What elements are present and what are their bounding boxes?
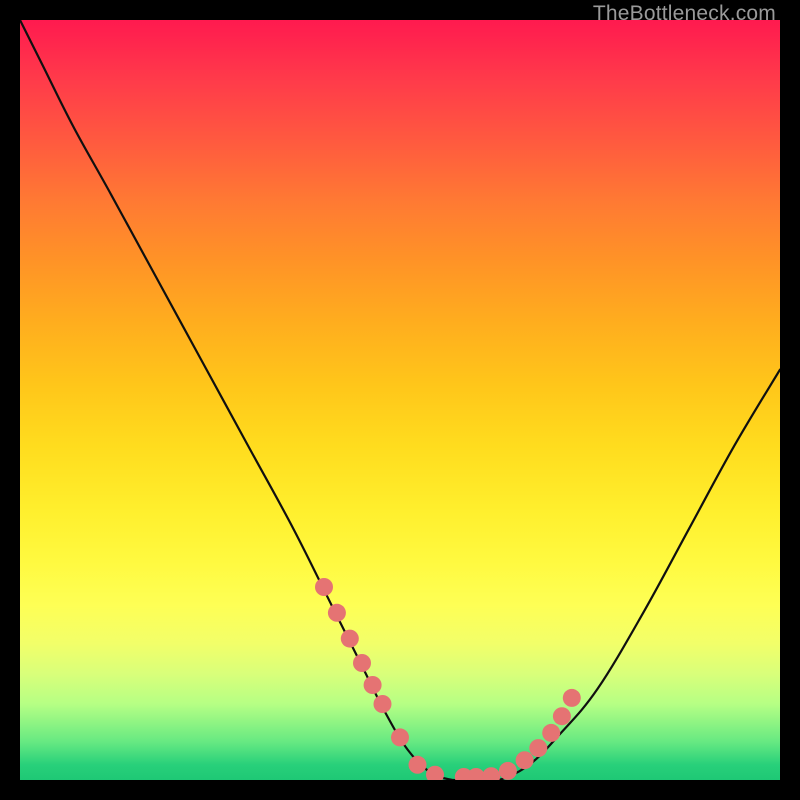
- chart-frame: TheBottleneck.com: [0, 0, 800, 800]
- threshold-dot: [364, 676, 382, 694]
- threshold-dot: [516, 751, 534, 769]
- threshold-dot: [499, 762, 517, 780]
- threshold-dot: [409, 756, 427, 774]
- threshold-dot: [426, 766, 444, 780]
- threshold-dot: [563, 689, 581, 707]
- threshold-dots: [315, 578, 581, 780]
- threshold-dot: [374, 695, 392, 713]
- threshold-dot: [529, 739, 547, 757]
- threshold-dot: [391, 728, 409, 746]
- threshold-dot: [341, 630, 359, 648]
- threshold-dot: [553, 707, 571, 725]
- plot-area: [20, 20, 780, 780]
- curve-layer: [20, 20, 780, 780]
- threshold-dot: [315, 578, 333, 596]
- bottleneck-curve: [20, 20, 780, 780]
- threshold-dot: [467, 768, 485, 780]
- threshold-dot: [353, 654, 371, 672]
- threshold-dot: [542, 724, 560, 742]
- threshold-dot: [482, 767, 500, 780]
- threshold-dot: [328, 604, 346, 622]
